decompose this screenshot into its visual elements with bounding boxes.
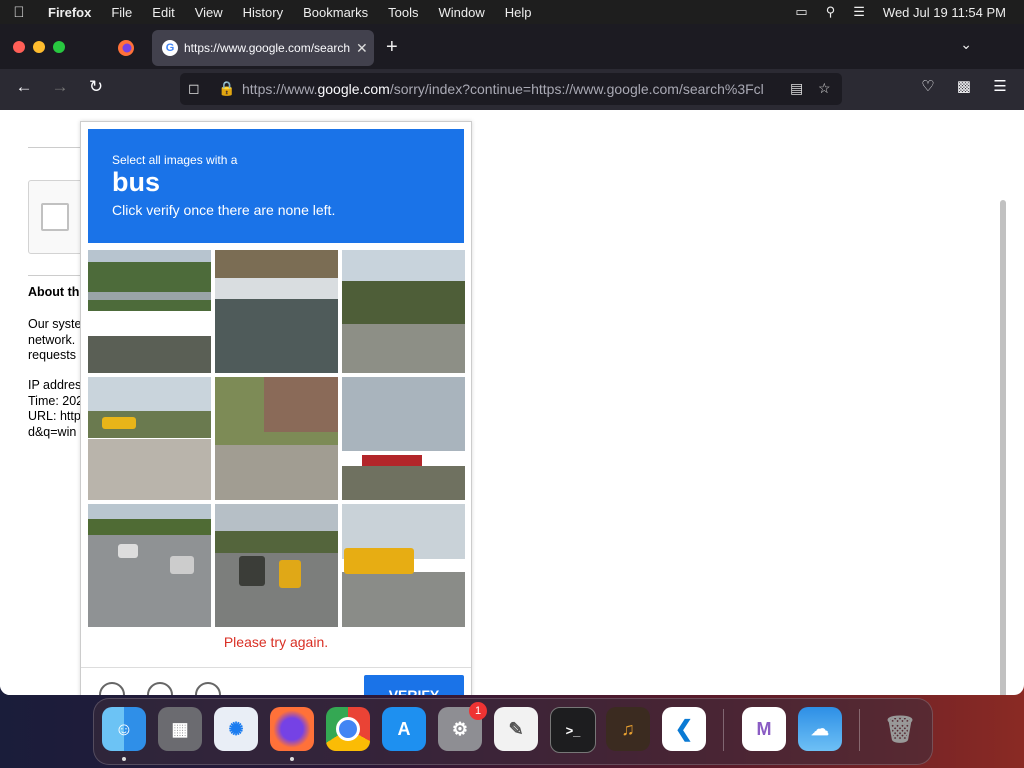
- meta-line: URL: http: [28, 409, 81, 423]
- image-tile[interactable]: [215, 250, 338, 373]
- reload-button[interactable]: ↻: [84, 77, 108, 97]
- dock-safari-icon[interactable]: ✺: [214, 707, 258, 751]
- extensions-icon[interactable]: ▩: [952, 77, 976, 95]
- meta-line: Time: 202: [28, 393, 84, 408]
- page-scrollbar[interactable]: [1000, 200, 1006, 695]
- error-message: Please try again.: [223, 634, 329, 650]
- url-bar[interactable]: ◻ 🔒 https://www.google.com/sorry/index?c…: [180, 73, 842, 105]
- menu-window[interactable]: Window: [429, 5, 495, 20]
- about-line: requests: [28, 348, 76, 362]
- about-heading: About th: [28, 285, 80, 299]
- divider: [28, 147, 88, 148]
- running-indicator: [290, 757, 294, 761]
- new-tab-button[interactable]: +: [386, 36, 398, 59]
- dock-app-store-icon[interactable]: A: [382, 707, 426, 751]
- meta-line: d&q=win: [28, 424, 77, 439]
- dock-separator: [859, 709, 860, 751]
- image-tile[interactable]: [342, 250, 465, 373]
- about-line: Our syste: [28, 317, 82, 331]
- dock-visual-studio-icon[interactable]: M: [742, 707, 786, 751]
- image-tile[interactable]: [88, 250, 211, 373]
- forward-button[interactable]: →: [48, 77, 72, 97]
- dock-separator: [723, 709, 724, 751]
- recaptcha-challenge: Select all images with a bus Click verif…: [80, 121, 472, 695]
- meta-line: IP addres: [28, 378, 82, 392]
- challenge-header: Select all images with a bus Click verif…: [88, 129, 464, 243]
- dock-chrome-icon[interactable]: [326, 707, 370, 751]
- menu-bar:  Firefox File Edit View History Bookmar…: [0, 0, 1024, 24]
- menu-help[interactable]: Help: [495, 5, 542, 20]
- image-tile[interactable]: [88, 504, 211, 627]
- tab-bar: G https://www.google.com/search ✕ + ⌄: [0, 24, 1024, 69]
- dock-launchpad-icon[interactable]: ▦: [158, 707, 202, 751]
- apple-icon[interactable]: : [0, 4, 38, 21]
- notification-badge: 1: [469, 702, 487, 720]
- firefox-view-icon[interactable]: [116, 38, 136, 58]
- dock-terminal-icon[interactable]: >_: [550, 707, 596, 753]
- dock-vscode-icon[interactable]: ❮: [662, 707, 706, 751]
- running-indicator: [122, 757, 126, 761]
- divider: [28, 275, 88, 276]
- minimize-window-button[interactable]: [33, 41, 45, 53]
- image-tile[interactable]: [215, 504, 338, 627]
- image-tile[interactable]: [342, 504, 465, 627]
- zoom-window-button[interactable]: [53, 41, 65, 53]
- reader-view-icon[interactable]: ▤: [790, 80, 803, 97]
- pocket-icon[interactable]: ♡: [916, 77, 940, 95]
- reload-challenge-icon[interactable]: [99, 682, 125, 695]
- challenge-target: bus: [112, 167, 161, 197]
- url-host: google.com: [317, 81, 390, 97]
- about-text: Our syste network. requests: [28, 317, 88, 364]
- menu-tools[interactable]: Tools: [378, 5, 428, 20]
- menu-edit[interactable]: Edit: [142, 5, 184, 20]
- dock-weather-icon[interactable]: ☁: [798, 707, 842, 751]
- menu-history[interactable]: History: [233, 5, 293, 20]
- image-tile[interactable]: [88, 377, 211, 500]
- image-tile[interactable]: [342, 377, 465, 500]
- dock-firefox-icon[interactable]: [270, 707, 314, 751]
- tab-title: https://www.google.com/search: [184, 41, 350, 55]
- back-button[interactable]: ←: [12, 77, 36, 97]
- tracking-protection-shield-icon[interactable]: ◻: [188, 80, 200, 97]
- close-tab-icon[interactable]: ✕: [356, 40, 368, 57]
- dock: ☺ ▦ ✺ A ⚙ 1 ✎ >_ ♫ ❮ M ☁ 🗑: [93, 698, 933, 765]
- info-icon[interactable]: [195, 682, 221, 695]
- dock-textedit-icon[interactable]: ✎: [494, 707, 538, 751]
- menu-bookmarks[interactable]: Bookmarks: [293, 5, 378, 20]
- screen-mirroring-icon[interactable]: ▭: [795, 4, 807, 20]
- list-all-tabs-button[interactable]: ⌄: [960, 36, 972, 53]
- control-center-icon[interactable]: ☰: [853, 4, 865, 20]
- lock-icon[interactable]: 🔒: [218, 80, 235, 97]
- challenge-instruction: Select all images with a: [112, 153, 238, 167]
- navigation-toolbar: ← → ↻ ◻ 🔒 https://www.google.com/sorry/i…: [0, 69, 1024, 110]
- menu-app-name[interactable]: Firefox: [38, 5, 101, 20]
- audio-challenge-icon[interactable]: [147, 682, 173, 695]
- menu-clock[interactable]: Wed Jul 19 11:54 PM: [883, 5, 1006, 20]
- dock-garageband-icon[interactable]: ♫: [606, 707, 650, 751]
- page-content: About th Our syste network. requests IP …: [0, 110, 1010, 695]
- firefox-window: G https://www.google.com/search ✕ + ⌄ ← …: [0, 24, 1024, 695]
- menu-file[interactable]: File: [101, 5, 142, 20]
- url-scheme: https://www.: [242, 81, 318, 97]
- bookmark-star-icon[interactable]: ☆: [818, 80, 831, 97]
- verify-button[interactable]: VERIFY: [364, 675, 464, 695]
- google-favicon-icon: G: [162, 40, 178, 56]
- menu-view[interactable]: View: [185, 5, 233, 20]
- challenge-footer-divider: [81, 667, 471, 668]
- spotlight-search-icon[interactable]: ⚲: [826, 4, 836, 20]
- image-tile[interactable]: [215, 377, 338, 500]
- close-window-button[interactable]: [13, 41, 25, 53]
- app-menu-icon[interactable]: ☰: [988, 77, 1012, 95]
- about-line: network.: [28, 332, 76, 347]
- dock-trash-icon[interactable]: 🗑: [878, 707, 922, 751]
- url-text[interactable]: https://www.google.com/sorry/index?conti…: [242, 81, 782, 97]
- dock-finder-icon[interactable]: ☺: [102, 707, 146, 751]
- tab-google-search[interactable]: G https://www.google.com/search ✕: [152, 30, 374, 66]
- url-path: /sorry/index?continue=https://www.google…: [389, 81, 764, 97]
- challenge-subtitle: Click verify once there are none left.: [112, 202, 336, 218]
- request-meta: IP addres Time: 202 URL: http d&q=win: [28, 378, 88, 440]
- recaptcha-checkbox[interactable]: [41, 203, 69, 231]
